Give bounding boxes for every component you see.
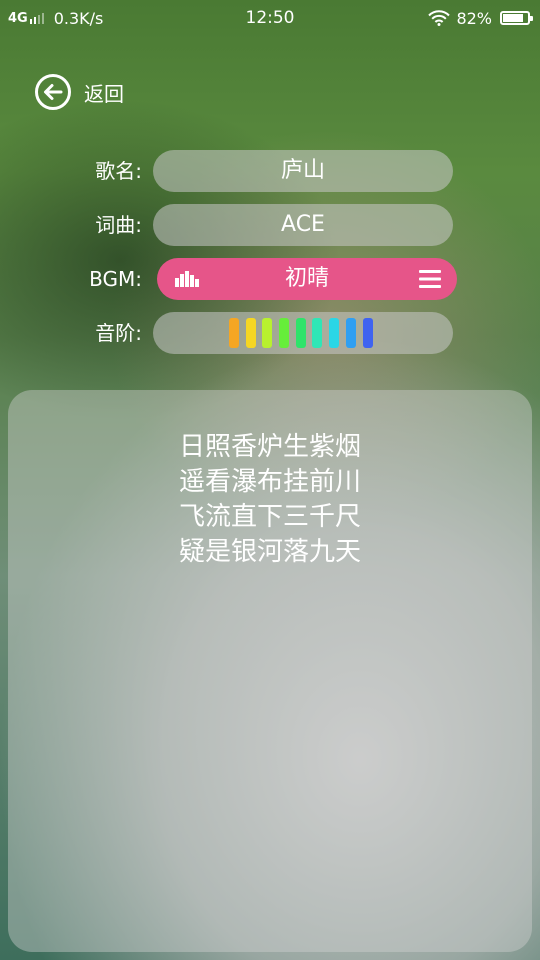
- scale-bar: [279, 318, 290, 348]
- scale-label: 音阶:: [95, 321, 142, 345]
- menu-icon[interactable]: [419, 268, 441, 290]
- scale-bar: [245, 318, 256, 348]
- scale-bar: [229, 318, 239, 348]
- equalizer-icon: [175, 271, 199, 287]
- lyricist-field[interactable]: ACE: [153, 204, 453, 246]
- lyric-line-2: 遥看瀑布挂前川: [178, 467, 361, 497]
- lyric-line-4: 疑是银河落九天: [178, 537, 361, 567]
- lyric-line-3: 飞流直下三千尺: [178, 502, 361, 532]
- battery-level: [503, 14, 523, 22]
- bgm-label: BGM:: [89, 267, 142, 291]
- bgm-selector[interactable]: 初晴: [157, 258, 457, 300]
- scale-color-bars: [229, 318, 379, 348]
- song-name-label: 歌名:: [95, 159, 142, 183]
- status-right: 82%: [428, 0, 533, 36]
- back-button[interactable]: 返回: [34, 73, 124, 111]
- back-label: 返回: [84, 81, 124, 106]
- battery-icon: [500, 11, 533, 25]
- scale-bar: [345, 318, 356, 348]
- lyric-line-1: 日照香炉生紫烟: [178, 432, 361, 462]
- scale-bar: [362, 318, 373, 348]
- lyricist-label: 词曲:: [95, 213, 142, 237]
- scale-bar: [262, 318, 273, 348]
- song-name-field[interactable]: 庐山: [153, 150, 453, 192]
- wifi-icon: [428, 10, 451, 26]
- back-arrow-icon: [35, 74, 71, 110]
- scale-bar: [295, 318, 306, 348]
- scale-bar: [312, 318, 323, 348]
- scale-field[interactable]: [153, 312, 453, 354]
- lyrics-text: 日照香炉生紫烟 遥看瀑布挂前川 飞流直下三千尺 疑是银河落九天: [8, 430, 532, 570]
- scale-bar: [329, 318, 340, 348]
- lyrics-card[interactable]: 日照香炉生紫烟 遥看瀑布挂前川 飞流直下三千尺 疑是银河落九天: [8, 390, 532, 952]
- bgm-value: 初晴: [284, 266, 329, 291]
- status-bar: 4G 0.3K/s 12:50 82%: [0, 0, 540, 36]
- battery-percent: 82%: [456, 8, 492, 28]
